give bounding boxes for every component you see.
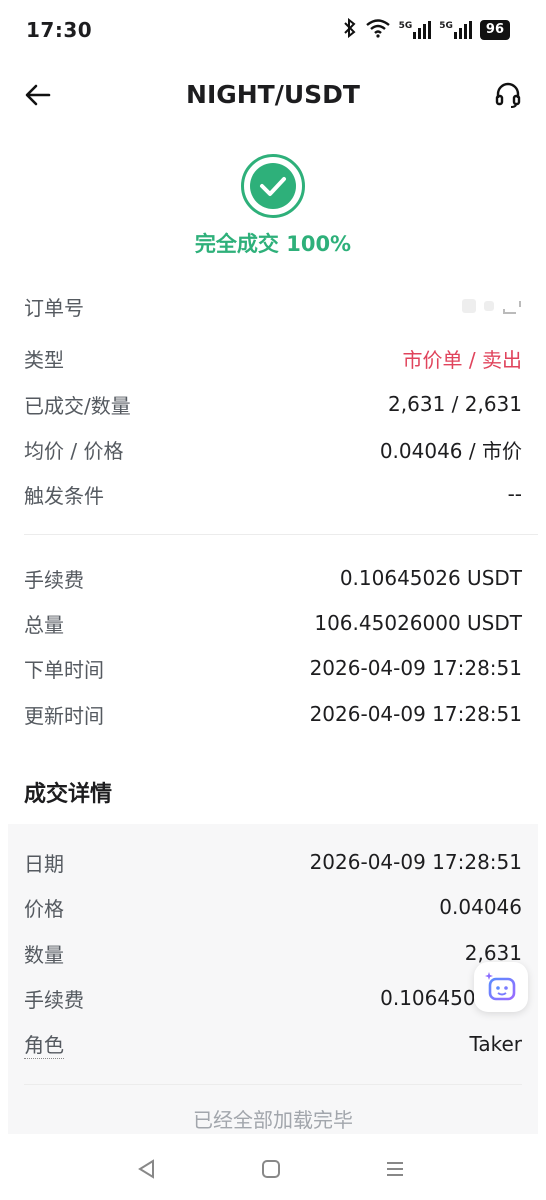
created-time-label: 下单时间 xyxy=(24,657,104,682)
trade-role-row: 角色 Taker xyxy=(24,1024,522,1064)
signal-label: 5G xyxy=(398,21,413,31)
menu-lines-icon xyxy=(387,1162,403,1176)
trade-details-title: 成交详情 xyxy=(24,782,113,807)
triangle-back-icon xyxy=(138,1159,154,1179)
order-type-label: 类型 xyxy=(24,347,64,372)
all-loaded-text: 已经全部加载完毕 xyxy=(193,1108,353,1132)
assistant-bot-icon xyxy=(485,972,516,1001)
success-badge xyxy=(241,154,305,218)
trade-date-value: 2026-04-09 17:28:51 xyxy=(309,850,522,874)
bluetooth-icon xyxy=(343,17,357,42)
wifi-icon xyxy=(365,18,391,42)
order-type-row: 类型 市价单 / 卖出 xyxy=(24,338,522,378)
trade-role-value: Taker xyxy=(469,1032,522,1056)
trade-price-label: 价格 xyxy=(24,896,64,921)
trade-price-value: 0.04046 xyxy=(439,895,522,919)
headset-icon xyxy=(495,82,521,108)
divider xyxy=(24,534,538,535)
trade-price-row: 价格 0.04046 xyxy=(24,887,522,927)
order-id-label: 订单号 xyxy=(24,295,84,320)
trade-fee-row: 手续费 0.10645026 U xyxy=(24,978,522,1018)
checkmark-icon xyxy=(250,163,296,209)
filled-quantity-row: 已成交/数量 2,631 / 2,631 xyxy=(24,384,522,424)
created-time-value: 2026-04-09 17:28:51 xyxy=(309,656,522,680)
order-id-value-masked xyxy=(462,297,522,315)
trade-role-label[interactable]: 角色 xyxy=(24,1029,64,1059)
filled-quantity-label: 已成交/数量 xyxy=(24,393,131,418)
fee-value: 0.10645026 USDT xyxy=(339,566,522,590)
total-value: 106.45026000 USDT xyxy=(314,611,522,635)
trade-fee-label: 手续费 xyxy=(24,987,84,1012)
status-time: 17:30 xyxy=(26,18,93,42)
trade-date-label: 日期 xyxy=(24,851,64,876)
avg-price-row: 均价 / 价格 0.04046 / 市价 xyxy=(24,429,522,469)
signal-icon-sim1: 5G xyxy=(399,21,432,39)
system-nav-bar xyxy=(0,1134,546,1200)
filled-quantity-value: 2,631 / 2,631 xyxy=(388,392,522,416)
trade-qty-label: 数量 xyxy=(24,942,64,967)
header: NIGHT/USDT xyxy=(0,64,546,126)
ai-assistant-button[interactable] xyxy=(474,962,528,1012)
trade-qty-row: 数量 2,631 xyxy=(24,933,522,973)
trigger-value: -- xyxy=(507,482,522,506)
total-row: 总量 106.45026000 USDT xyxy=(24,603,522,643)
fee-label: 手续费 xyxy=(24,567,84,592)
battery-indicator: 96 xyxy=(479,20,510,40)
divider xyxy=(24,1084,522,1085)
square-home-icon xyxy=(262,1160,280,1178)
status-icons: 5G 5G 96 xyxy=(343,17,510,42)
fee-row: 手续费 0.10645026 USDT xyxy=(24,558,522,598)
copy-icon[interactable] xyxy=(502,297,522,315)
trigger-row: 触发条件 -- xyxy=(24,474,522,514)
nav-back-button[interactable] xyxy=(132,1154,162,1184)
status-bar: 17:30 5G 5G 96 xyxy=(0,0,546,60)
avg-price-label: 均价 / 价格 xyxy=(24,438,124,463)
created-time-row: 下单时间 2026-04-09 17:28:51 xyxy=(24,648,522,688)
trigger-label: 触发条件 xyxy=(24,483,104,508)
avg-price-value: 0.04046 / 市价 xyxy=(379,438,522,463)
signal-icon-sim2: 5G xyxy=(439,21,472,39)
signal-label: 5G xyxy=(439,21,453,31)
updated-time-row: 更新时间 2026-04-09 17:28:51 xyxy=(24,694,522,734)
updated-time-value: 2026-04-09 17:28:51 xyxy=(309,702,522,726)
total-label: 总量 xyxy=(24,612,64,637)
fill-status-text: 完全成交 100% xyxy=(194,232,352,256)
order-id-row: 订单号 xyxy=(24,286,522,326)
nav-home-button[interactable] xyxy=(256,1154,286,1184)
updated-time-label: 更新时间 xyxy=(24,703,104,728)
trade-date-row: 日期 2026-04-09 17:28:51 xyxy=(24,842,522,882)
order-type-value: 市价单 / 卖出 xyxy=(402,347,522,372)
customer-support-button[interactable] xyxy=(492,79,524,111)
nav-menu-button[interactable] xyxy=(380,1154,410,1184)
page-title: NIGHT/USDT xyxy=(186,80,360,109)
